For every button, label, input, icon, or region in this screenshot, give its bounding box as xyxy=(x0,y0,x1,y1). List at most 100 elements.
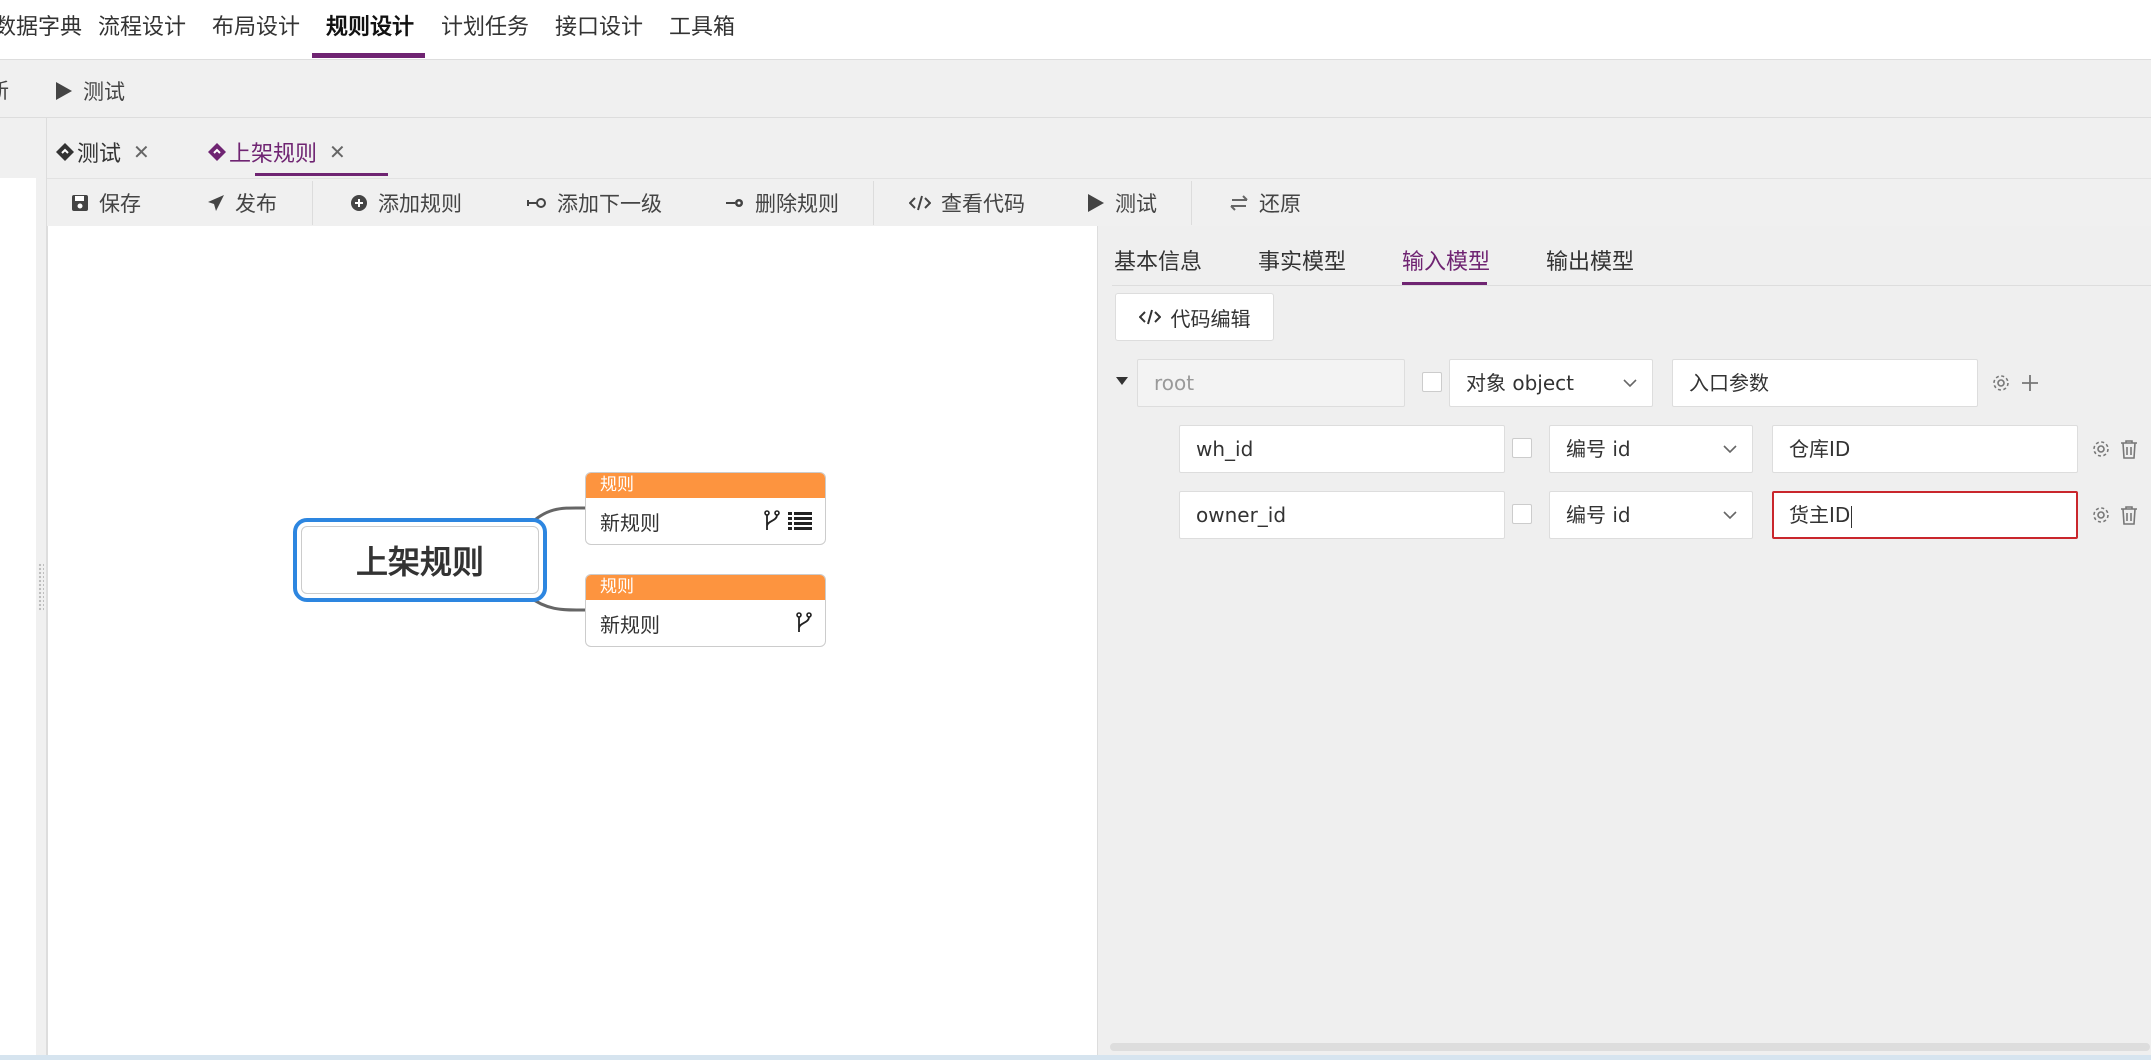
top-nav: 数据字典 流程设计 布局设计 规则设计 计划任务 接口设计 工具箱 xyxy=(0,0,2151,60)
nav-item-api-design[interactable]: 接口设计 xyxy=(555,0,643,60)
nav-item-data-dictionary[interactable]: 数据字典 xyxy=(0,0,82,60)
code-edit-label: 代码编辑 xyxy=(1170,306,1251,331)
chevron-down-icon xyxy=(1623,379,1637,388)
field-name-input[interactable]: root xyxy=(1137,359,1405,407)
tab-shelving-rules-label: 上架规则 xyxy=(229,142,318,167)
rule-diamond-icon xyxy=(208,143,226,161)
branch-icon[interactable] xyxy=(796,612,812,634)
rule-node-body: 新规则 xyxy=(586,600,825,646)
rule-diamond-icon xyxy=(56,143,74,161)
central-node[interactable]: 上架规则 xyxy=(293,518,547,602)
save-button[interactable]: 保存 xyxy=(71,188,141,218)
toolbar-divider xyxy=(312,181,313,225)
tabs-divider xyxy=(1112,285,2151,286)
restore-label: 还原 xyxy=(1259,192,1301,216)
rule-node-header: 规则 xyxy=(586,473,825,498)
nav-item-flow-design[interactable]: 流程设计 xyxy=(98,0,186,60)
horizontal-scrollbar[interactable] xyxy=(1110,1043,2150,1051)
branch-icon[interactable] xyxy=(764,510,780,532)
left-resize-handle[interactable] xyxy=(38,563,44,611)
mindmap-canvas[interactable] xyxy=(47,226,1097,1058)
publish-button[interactable]: 发布 xyxy=(207,188,277,218)
field-name-input[interactable]: wh_id xyxy=(1179,425,1505,473)
code-edit-button[interactable]: 代码编辑 xyxy=(1115,293,1274,341)
nav-item-rule-design[interactable]: 规则设计 xyxy=(326,0,414,60)
rule-node[interactable]: 规则 新规则 xyxy=(585,472,826,545)
add-rule-label: 添加规则 xyxy=(378,192,462,216)
field-type-value: 编号 id xyxy=(1566,437,1631,461)
run-test-label: 测试 xyxy=(83,80,125,104)
rule-node[interactable]: 规则 新规则 xyxy=(585,574,826,647)
nav-item-toolbox[interactable]: 工具箱 xyxy=(669,0,735,60)
close-icon[interactable]: ✕ xyxy=(329,140,346,164)
nav-item-scheduled-tasks[interactable]: 计划任务 xyxy=(441,0,529,60)
play-icon xyxy=(1088,194,1104,212)
field-desc-input[interactable]: 仓库ID xyxy=(1772,425,2078,473)
add-child-label: 添加下一级 xyxy=(557,192,662,216)
close-icon[interactable]: ✕ xyxy=(133,140,150,164)
tab-fact-model[interactable]: 事实模型 xyxy=(1258,244,1346,276)
view-code-button[interactable]: 查看代码 xyxy=(909,188,1025,218)
test-label: 测试 xyxy=(1115,192,1157,216)
nav-active-indicator xyxy=(312,53,425,58)
list-icon[interactable] xyxy=(788,511,812,531)
rule-node-name: 新规则 xyxy=(600,510,660,535)
collapse-triangle-icon[interactable] xyxy=(1115,376,1129,386)
delete-rule-button[interactable]: 删除规则 xyxy=(725,188,839,218)
field-desc-input[interactable]: 货主ID xyxy=(1772,491,2078,539)
gear-icon[interactable] xyxy=(2091,505,2111,525)
gear-icon[interactable] xyxy=(2091,439,2111,459)
field-type-value: 编号 id xyxy=(1566,503,1631,527)
add-child-icon xyxy=(527,198,546,208)
document-tabs: 测试 ✕ 上架规则 ✕ xyxy=(47,118,2151,178)
editor-toolbar: 保存 发布 添加规则 添加下一级 删除规则 查看代码 测试 还原 xyxy=(47,178,2151,226)
code-icon xyxy=(909,195,931,211)
tab-shelving-rules[interactable]: 上架规则 ✕ xyxy=(207,136,346,168)
required-checkbox[interactable] xyxy=(1512,438,1532,458)
delete-rule-label: 删除规则 xyxy=(755,192,839,216)
test-button[interactable]: 测试 xyxy=(1087,188,1157,218)
field-desc-value: 货主ID xyxy=(1789,503,1851,527)
restore-button[interactable]: 还原 xyxy=(1229,188,1301,218)
field-type-select[interactable]: 编号 id xyxy=(1549,491,1753,539)
chevron-down-icon xyxy=(1723,445,1737,454)
tab-active-indicator xyxy=(1402,282,1487,285)
toolbar-divider xyxy=(1191,181,1192,225)
add-child-button[interactable]: 添加下一级 xyxy=(527,188,662,218)
view-code-label: 查看代码 xyxy=(941,192,1025,216)
add-rule-button[interactable]: 添加规则 xyxy=(350,188,462,218)
gear-icon[interactable] xyxy=(1991,373,2011,393)
delete-node-icon xyxy=(726,199,743,207)
tab-basic-info[interactable]: 基本信息 xyxy=(1114,244,1202,276)
required-checkbox[interactable] xyxy=(1512,504,1532,524)
field-type-select[interactable]: 对象 object xyxy=(1449,359,1653,407)
save-icon xyxy=(72,195,88,211)
plus-circle-icon xyxy=(351,195,367,211)
nav-item-layout-design[interactable]: 布局设计 xyxy=(212,0,300,60)
run-test-button[interactable]: 测试 xyxy=(55,76,125,106)
send-icon xyxy=(208,195,224,211)
required-checkbox[interactable] xyxy=(1422,372,1442,392)
play-icon xyxy=(56,82,72,100)
trash-icon[interactable] xyxy=(2120,505,2138,525)
trash-icon[interactable] xyxy=(2120,439,2138,459)
new-button[interactable]: 新 xyxy=(0,75,9,105)
tab-input-model[interactable]: 输入模型 xyxy=(1402,244,1490,276)
tab-test[interactable]: 测试 ✕ xyxy=(55,136,150,168)
rule-node-name: 新规则 xyxy=(600,612,660,637)
rule-node-body: 新规则 xyxy=(586,498,825,544)
tab-output-model[interactable]: 输出模型 xyxy=(1546,244,1634,276)
left-panel-body xyxy=(0,178,36,1056)
field-desc-input[interactable]: 入口参数 xyxy=(1672,359,1978,407)
connector-lines xyxy=(526,506,587,612)
secondary-toolbar: 新 测试 xyxy=(0,60,2151,118)
save-label: 保存 xyxy=(99,192,141,216)
field-type-value: 对象 object xyxy=(1466,371,1574,395)
tab-test-label: 测试 xyxy=(77,142,122,167)
central-node-label: 上架规则 xyxy=(355,543,484,581)
rule-node-header: 规则 xyxy=(586,575,825,600)
field-type-select[interactable]: 编号 id xyxy=(1549,425,1753,473)
plus-icon[interactable] xyxy=(2020,373,2040,393)
code-icon xyxy=(1138,309,1161,325)
field-name-input[interactable]: owner_id xyxy=(1179,491,1505,539)
